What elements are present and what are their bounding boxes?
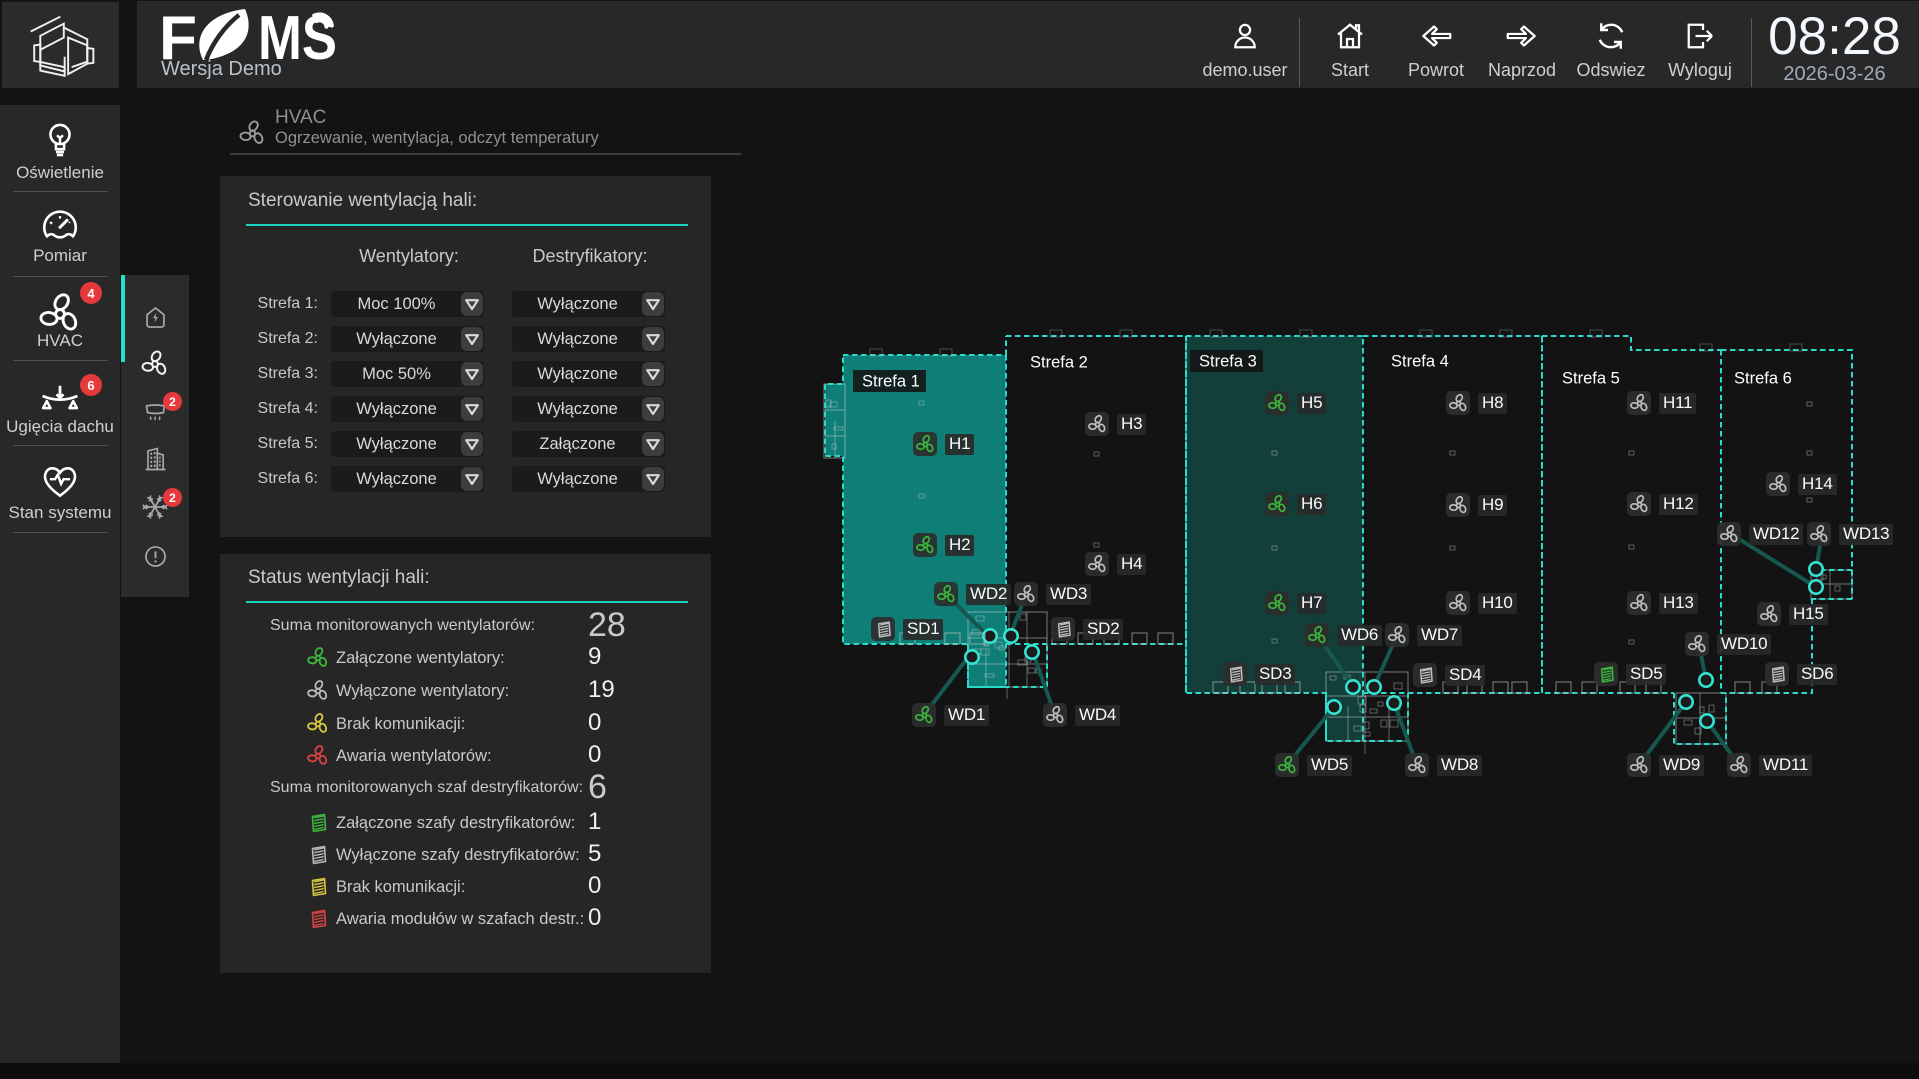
svg-text:Strefa 4: Strefa 4: [1391, 353, 1449, 371]
svg-text:Strefa 6: Strefa 6: [1734, 370, 1792, 388]
svg-text:Strefa 5: Strefa 5: [1562, 370, 1620, 388]
svg-text:Strefa 1: Strefa 1: [862, 373, 920, 391]
svg-text:Strefa 2: Strefa 2: [1030, 354, 1088, 372]
svg-text:Strefa 3: Strefa 3: [1199, 353, 1257, 371]
